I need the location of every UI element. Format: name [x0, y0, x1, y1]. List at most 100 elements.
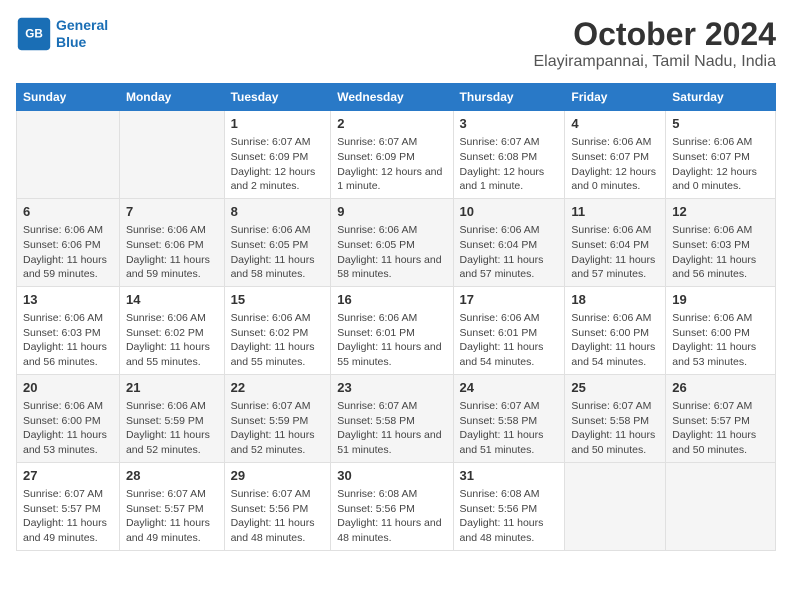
- day-detail: Sunrise: 6:07 AM Sunset: 5:57 PM Dayligh…: [23, 487, 113, 546]
- day-number: 12: [672, 203, 769, 221]
- page-title: October 2024: [534, 16, 777, 53]
- day-number: 27: [23, 467, 113, 485]
- day-number: 31: [460, 467, 559, 485]
- calendar-cell: 5Sunrise: 6:06 AM Sunset: 6:07 PM Daylig…: [666, 111, 776, 199]
- calendar-cell: 10 Sunrise: 6:06 AM Sunset: 6:04 PM Dayli…: [453, 198, 565, 286]
- header: GB General Blue October 2024 Elayirampan…: [16, 16, 776, 71]
- day-number: 10: [460, 203, 559, 221]
- day-number: 9: [337, 203, 446, 221]
- calendar-cell: 31 Sunrise: 6:08 AM Sunset: 5:56 PM Dayli…: [453, 462, 565, 550]
- calendar-cell: 7 Sunrise: 6:06 AM Sunset: 6:06 PM Daylig…: [119, 198, 224, 286]
- calendar-cell: 26 Sunrise: 6:07 AM Sunset: 5:57 PM Dayli…: [666, 374, 776, 462]
- day-detail: Sunrise: 6:06 AM Sunset: 6:00 PM Dayligh…: [23, 399, 113, 458]
- day-number: 21: [126, 379, 218, 397]
- day-detail: Sunrise: 6:06 AM Sunset: 6:00 PM Dayligh…: [672, 311, 769, 370]
- calendar-cell: 20 Sunrise: 6:06 AM Sunset: 6:00 PM Dayli…: [17, 374, 120, 462]
- day-detail: Sunrise: 6:06 AM Sunset: 6:03 PM Dayligh…: [23, 311, 113, 370]
- day-detail: Sunrise: 6:07 AM Sunset: 5:58 PM Dayligh…: [571, 399, 659, 458]
- calendar-cell: 13Sunrise: 6:06 AM Sunset: 6:03 PM Dayli…: [17, 286, 120, 374]
- day-detail: Sunrise: 6:07 AM Sunset: 5:57 PM Dayligh…: [672, 399, 769, 458]
- day-number: 4: [571, 115, 659, 133]
- header-cell-saturday: Saturday: [666, 84, 776, 111]
- calendar-cell: 19 Sunrise: 6:06 AM Sunset: 6:00 PM Dayli…: [666, 286, 776, 374]
- day-detail: Sunrise: 6:06 AM Sunset: 6:05 PM Dayligh…: [337, 223, 446, 282]
- calendar-cell: 14 Sunrise: 6:06 AM Sunset: 6:02 PM Dayli…: [119, 286, 224, 374]
- calendar-cell: [119, 111, 224, 199]
- day-detail: Sunrise: 6:06 AM Sunset: 6:07 PM Dayligh…: [672, 135, 769, 194]
- day-number: 7: [126, 203, 218, 221]
- calendar-cell: 23 Sunrise: 6:07 AM Sunset: 5:58 PM Dayli…: [331, 374, 453, 462]
- day-number: 17: [460, 291, 559, 309]
- calendar-cell: [565, 462, 666, 550]
- header-cell-sunday: Sunday: [17, 84, 120, 111]
- logo-line2: Blue: [56, 34, 86, 50]
- calendar-cell: 1 Sunrise: 6:07 AM Sunset: 6:09 PM Daylig…: [224, 111, 331, 199]
- day-detail: Sunrise: 6:07 AM Sunset: 6:09 PM Dayligh…: [231, 135, 325, 194]
- calendar-week-row: 20 Sunrise: 6:06 AM Sunset: 6:00 PM Dayli…: [17, 374, 776, 462]
- day-number: 6: [23, 203, 113, 221]
- calendar-cell: 16 Sunrise: 6:06 AM Sunset: 6:01 PM Dayli…: [331, 286, 453, 374]
- header-cell-tuesday: Tuesday: [224, 84, 331, 111]
- day-number: 20: [23, 379, 113, 397]
- day-detail: Sunrise: 6:07 AM Sunset: 5:58 PM Dayligh…: [337, 399, 446, 458]
- day-number: 30: [337, 467, 446, 485]
- day-detail: Sunrise: 6:06 AM Sunset: 6:03 PM Dayligh…: [672, 223, 769, 282]
- day-number: 16: [337, 291, 446, 309]
- day-detail: Sunrise: 6:07 AM Sunset: 6:08 PM Dayligh…: [460, 135, 559, 194]
- calendar-cell: 24 Sunrise: 6:07 AM Sunset: 5:58 PM Dayli…: [453, 374, 565, 462]
- calendar-cell: [666, 462, 776, 550]
- day-detail: Sunrise: 6:07 AM Sunset: 5:57 PM Dayligh…: [126, 487, 218, 546]
- day-detail: Sunrise: 6:07 AM Sunset: 5:58 PM Dayligh…: [460, 399, 559, 458]
- calendar-cell: 29 Sunrise: 6:07 AM Sunset: 5:56 PM Dayli…: [224, 462, 331, 550]
- day-number: 14: [126, 291, 218, 309]
- day-number: 24: [460, 379, 559, 397]
- day-detail: Sunrise: 6:06 AM Sunset: 5:59 PM Dayligh…: [126, 399, 218, 458]
- page-subtitle: Elayirampannai, Tamil Nadu, India: [534, 53, 777, 71]
- day-number: 18: [571, 291, 659, 309]
- day-number: 2: [337, 115, 446, 133]
- day-number: 26: [672, 379, 769, 397]
- day-detail: Sunrise: 6:06 AM Sunset: 6:04 PM Dayligh…: [460, 223, 559, 282]
- logo-line1: General: [56, 17, 108, 33]
- header-cell-thursday: Thursday: [453, 84, 565, 111]
- calendar-cell: 21 Sunrise: 6:06 AM Sunset: 5:59 PM Dayli…: [119, 374, 224, 462]
- calendar-cell: 9 Sunrise: 6:06 AM Sunset: 6:05 PM Daylig…: [331, 198, 453, 286]
- day-number: 19: [672, 291, 769, 309]
- day-number: 29: [231, 467, 325, 485]
- calendar-cell: 6 Sunrise: 6:06 AM Sunset: 6:06 PM Daylig…: [17, 198, 120, 286]
- calendar-cell: 28Sunrise: 6:07 AM Sunset: 5:57 PM Dayli…: [119, 462, 224, 550]
- calendar-cell: 27 Sunrise: 6:07 AM Sunset: 5:57 PM Dayli…: [17, 462, 120, 550]
- day-detail: Sunrise: 6:06 AM Sunset: 6:01 PM Dayligh…: [337, 311, 446, 370]
- day-detail: Sunrise: 6:06 AM Sunset: 6:04 PM Dayligh…: [571, 223, 659, 282]
- calendar-week-row: 1 Sunrise: 6:07 AM Sunset: 6:09 PM Daylig…: [17, 111, 776, 199]
- logo-icon: GB: [16, 16, 52, 52]
- day-detail: Sunrise: 6:08 AM Sunset: 5:56 PM Dayligh…: [460, 487, 559, 546]
- day-number: 15: [231, 291, 325, 309]
- day-detail: Sunrise: 6:06 AM Sunset: 6:07 PM Dayligh…: [571, 135, 659, 194]
- calendar-week-row: 27 Sunrise: 6:07 AM Sunset: 5:57 PM Dayli…: [17, 462, 776, 550]
- day-detail: Sunrise: 6:08 AM Sunset: 5:56 PM Dayligh…: [337, 487, 446, 546]
- calendar-cell: 11Sunrise: 6:06 AM Sunset: 6:04 PM Dayli…: [565, 198, 666, 286]
- day-number: 23: [337, 379, 446, 397]
- calendar-cell: 17Sunrise: 6:06 AM Sunset: 6:01 PM Dayli…: [453, 286, 565, 374]
- calendar-cell: [17, 111, 120, 199]
- day-number: 3: [460, 115, 559, 133]
- day-detail: Sunrise: 6:06 AM Sunset: 6:05 PM Dayligh…: [231, 223, 325, 282]
- calendar-cell: 22Sunrise: 6:07 AM Sunset: 5:59 PM Dayli…: [224, 374, 331, 462]
- day-detail: Sunrise: 6:07 AM Sunset: 5:56 PM Dayligh…: [231, 487, 325, 546]
- calendar-cell: 4 Sunrise: 6:06 AM Sunset: 6:07 PM Daylig…: [565, 111, 666, 199]
- calendar-week-row: 13Sunrise: 6:06 AM Sunset: 6:03 PM Dayli…: [17, 286, 776, 374]
- day-detail: Sunrise: 6:06 AM Sunset: 6:02 PM Dayligh…: [231, 311, 325, 370]
- day-number: 25: [571, 379, 659, 397]
- day-detail: Sunrise: 6:06 AM Sunset: 6:00 PM Dayligh…: [571, 311, 659, 370]
- day-detail: Sunrise: 6:06 AM Sunset: 6:02 PM Dayligh…: [126, 311, 218, 370]
- day-detail: Sunrise: 6:06 AM Sunset: 6:06 PM Dayligh…: [126, 223, 218, 282]
- header-cell-wednesday: Wednesday: [331, 84, 453, 111]
- calendar-header-row: SundayMondayTuesdayWednesdayThursdayFrid…: [17, 84, 776, 111]
- calendar-cell: 18 Sunrise: 6:06 AM Sunset: 6:00 PM Dayli…: [565, 286, 666, 374]
- header-cell-friday: Friday: [565, 84, 666, 111]
- day-number: 1: [231, 115, 325, 133]
- day-detail: Sunrise: 6:06 AM Sunset: 6:06 PM Dayligh…: [23, 223, 113, 282]
- day-detail: Sunrise: 6:07 AM Sunset: 6:09 PM Dayligh…: [337, 135, 446, 194]
- calendar-table: SundayMondayTuesdayWednesdayThursdayFrid…: [16, 83, 776, 551]
